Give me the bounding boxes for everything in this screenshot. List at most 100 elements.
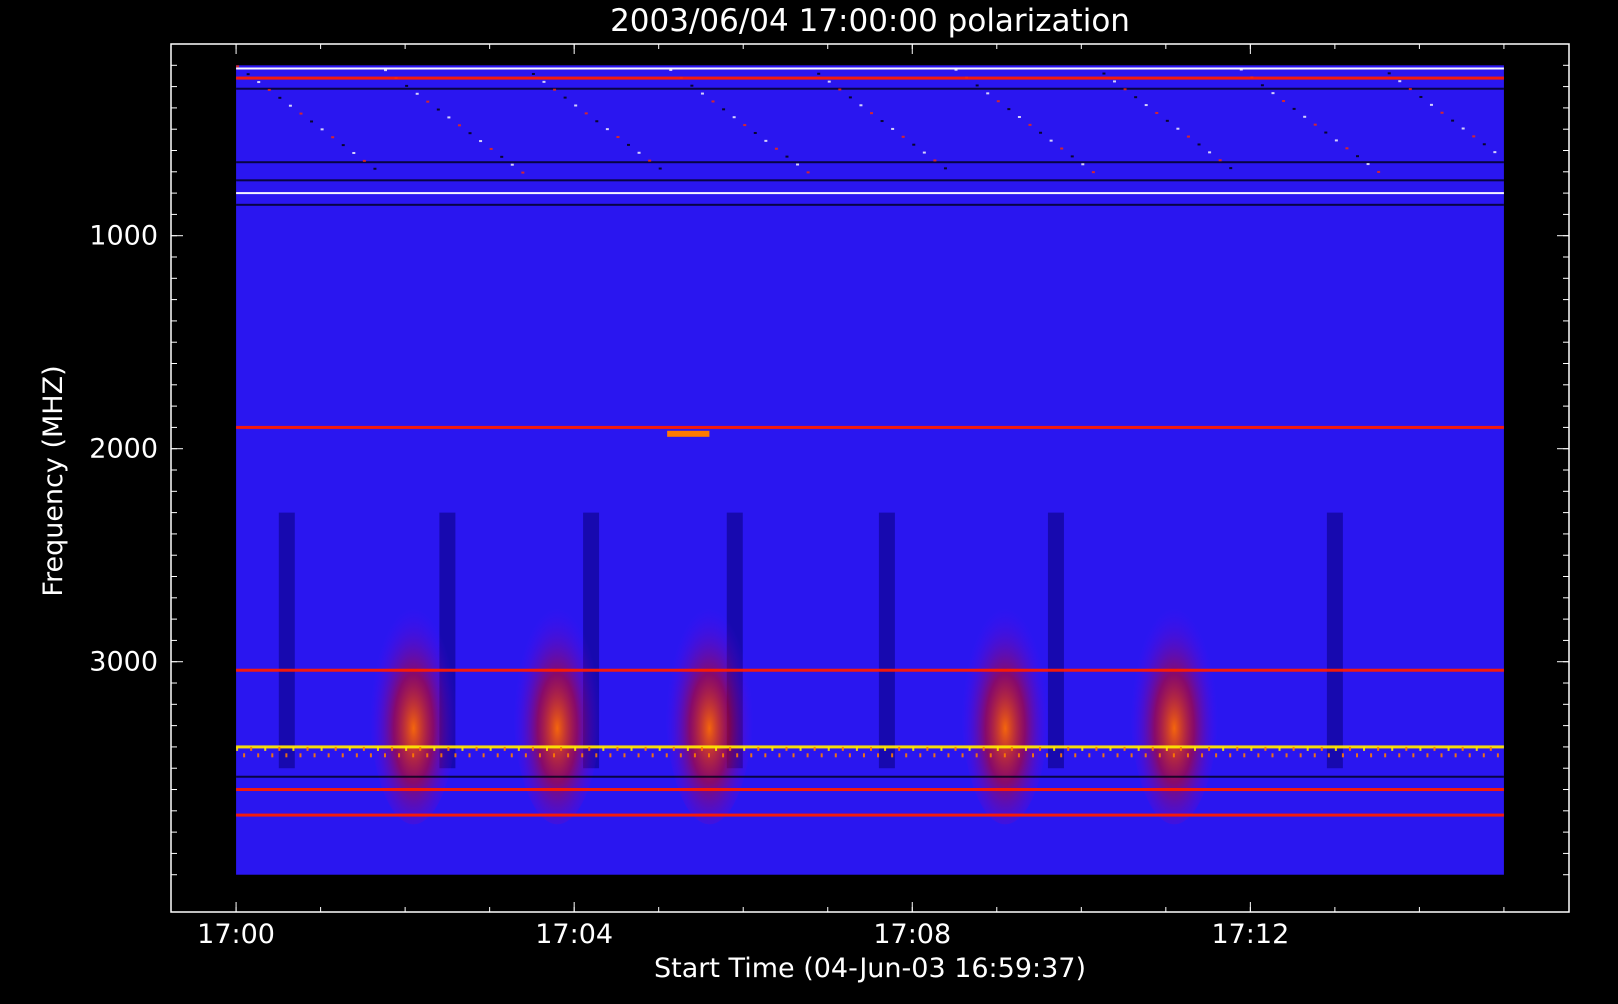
noise-18 [426, 100, 430, 103]
lower-mark-113 [1032, 753, 1035, 758]
noise-33 [584, 112, 588, 115]
lower-mark-4 [264, 746, 267, 751]
noise-84 [1123, 88, 1127, 91]
noise-107 [1366, 163, 1370, 166]
lower-mark-103 [961, 753, 964, 758]
lower-mark-16 [348, 746, 351, 751]
noise-31 [563, 96, 567, 99]
lower-mark-173 [1454, 753, 1457, 758]
lower-mark-152 [1306, 746, 1309, 751]
x-tick-label-2: 17:08 [873, 919, 951, 950]
lower-mark-179 [1496, 753, 1499, 758]
noise-75 [1028, 123, 1032, 126]
lower-mark-175 [1468, 753, 1471, 758]
lower-mark-177 [1482, 753, 1485, 758]
lower-mark-138 [1208, 746, 1211, 751]
noise-35 [605, 128, 609, 131]
lower-mark-134 [1179, 746, 1182, 751]
lower-mark-79 [792, 753, 795, 758]
lower-mark-15 [341, 753, 344, 758]
lower-mark-114 [1039, 746, 1042, 751]
lower-mark-54 [616, 746, 619, 751]
lower-mark-14 [334, 746, 337, 751]
lower-mark-126 [1123, 746, 1126, 751]
lower-mark-90 [870, 746, 872, 751]
noise-37 [626, 143, 630, 146]
lower-mark-107 [989, 753, 992, 758]
noise-16 [405, 84, 409, 87]
noise-100 [1292, 107, 1296, 110]
noise-98 [1271, 92, 1275, 95]
noise-24 [489, 147, 493, 150]
lower-mark-71 [736, 753, 739, 758]
lower-mark-9 [299, 753, 302, 758]
lower-mark-108 [996, 746, 999, 751]
band-2 [236, 87, 1504, 90]
noise-106 [1356, 155, 1360, 158]
noise-30 [553, 88, 557, 91]
lower-mark-80 [799, 746, 802, 751]
lower-mark-98 [926, 746, 929, 751]
lower-mark-130 [1151, 746, 1154, 751]
lower-mark-129 [1144, 753, 1147, 758]
noise-89 [1176, 127, 1180, 130]
noise-21 [457, 124, 461, 127]
noise-5 [288, 104, 292, 107]
noise-77 [1049, 139, 1053, 142]
noise-99 [1282, 100, 1286, 103]
lower-mark-96 [912, 746, 915, 751]
lower-mark-31 [454, 753, 457, 758]
noise-64 [912, 143, 916, 146]
noise-41 [669, 68, 673, 71]
lower-mark-70 [729, 746, 732, 751]
lower-mark-24 [405, 746, 408, 751]
noise-61 [880, 120, 884, 123]
lower-mark-58 [644, 746, 647, 751]
lower-mark-144 [1250, 746, 1253, 751]
noise-56 [827, 80, 831, 83]
lower-mark-151 [1299, 753, 1302, 758]
y-tick-label-0: 1000 [89, 221, 158, 252]
band-0 [236, 67, 1504, 70]
lower-mark-135 [1186, 753, 1189, 758]
lower-mark-8 [292, 746, 295, 751]
noise-71 [986, 92, 990, 95]
lower-mark-49 [581, 753, 584, 758]
band-5 [236, 192, 1504, 195]
noise-44 [700, 92, 704, 95]
noise-109 [1387, 72, 1391, 75]
lower-mark-86 [841, 746, 844, 751]
lower-mark-34 [475, 746, 478, 751]
noise-17 [415, 92, 419, 95]
noise-4 [278, 96, 282, 99]
lower-mark-105 [975, 753, 978, 758]
lower-mark-62 [672, 746, 675, 751]
lower-mark-7 [285, 753, 288, 758]
noise-117 [1472, 135, 1476, 138]
noise-116 [1461, 127, 1465, 130]
lower-mark-17 [355, 753, 358, 758]
lower-mark-168 [1419, 746, 1422, 751]
noise-46 [722, 108, 726, 111]
noise-27 [521, 171, 525, 174]
noise-74 [1017, 115, 1021, 118]
lower-mark-11 [313, 753, 316, 758]
noise-108 [1377, 170, 1381, 173]
lower-mark-78 [785, 746, 788, 751]
lower-mark-55 [623, 753, 626, 758]
noise-86 [1144, 104, 1148, 107]
lower-mark-2 [250, 746, 253, 751]
chart-title: 2003/06/04 17:00:00 polarization [610, 3, 1130, 39]
lower-mark-51 [595, 753, 598, 758]
lower-mark-22 [391, 746, 394, 751]
lower-mark-172 [1447, 746, 1450, 751]
dark-stripe-4 [878, 512, 895, 769]
noise-40 [658, 167, 662, 170]
lower-mark-163 [1384, 753, 1387, 758]
noise-111 [1408, 88, 1412, 91]
lower-mark-158 [1348, 746, 1351, 751]
band-8 [236, 668, 1504, 672]
lower-mark-85 [834, 753, 837, 758]
lower-mark-117 [1060, 753, 1063, 758]
lower-mark-106 [982, 746, 985, 751]
